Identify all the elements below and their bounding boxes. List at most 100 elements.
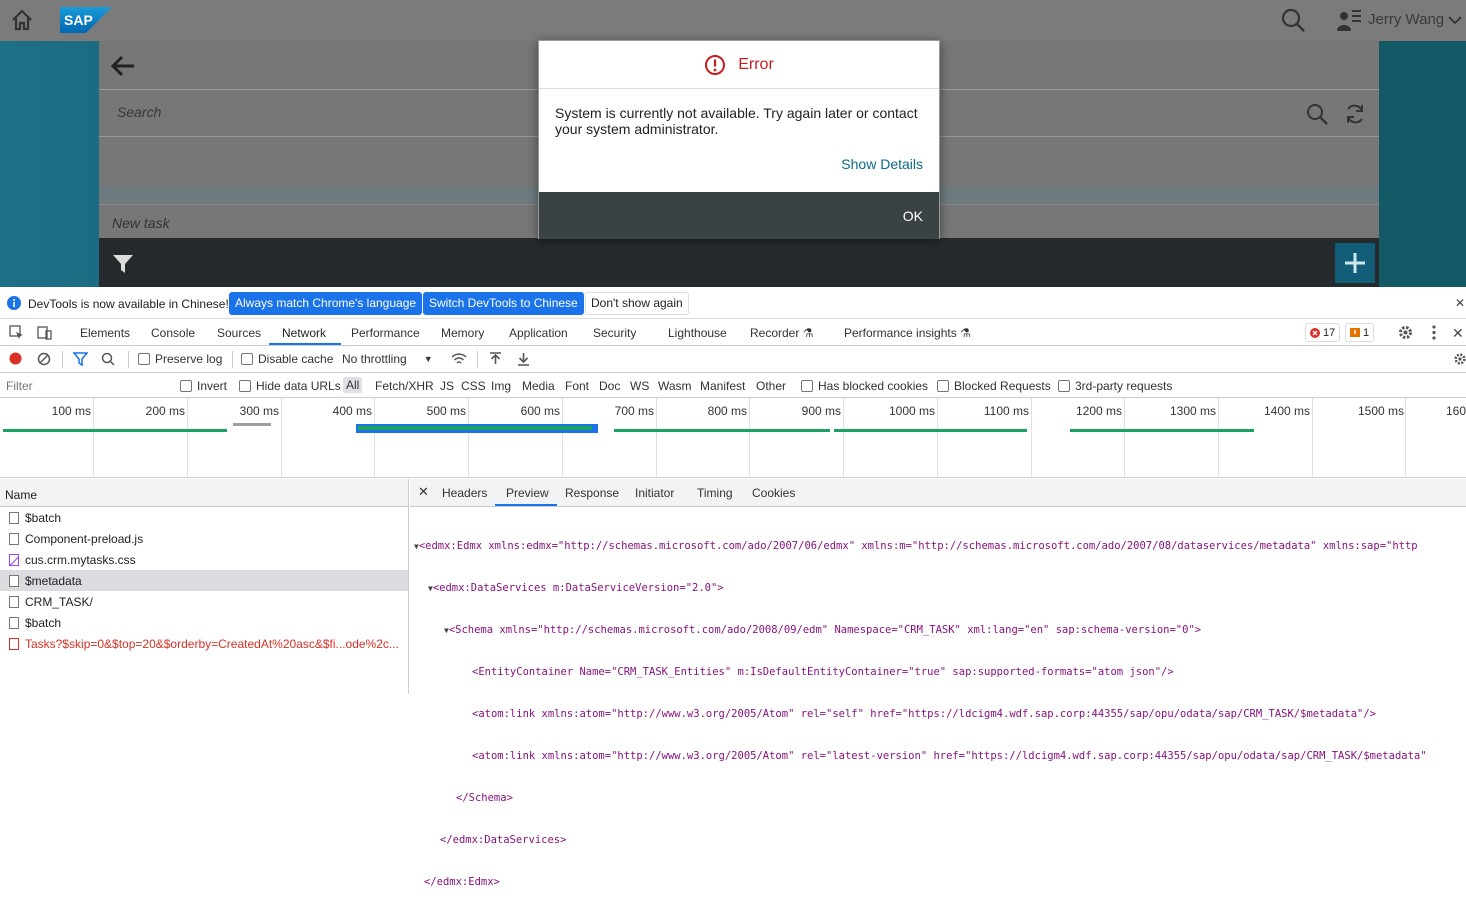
match-language-button[interactable]: Always match Chrome's language	[229, 292, 423, 315]
timeline-tick: 1300 ms	[1169, 404, 1216, 418]
new-task-input[interactable]: New task	[112, 215, 170, 231]
chevron-down-icon[interactable]	[1446, 11, 1464, 29]
search-icon[interactable]	[1280, 7, 1306, 33]
timeline-gridline	[562, 398, 563, 478]
request-row[interactable]: $batch	[0, 507, 408, 528]
type-filter-all[interactable]: All	[343, 377, 363, 393]
request-row[interactable]: CRM_TASK/	[0, 591, 408, 612]
filter-input[interactable]	[2, 376, 167, 395]
sap-logo[interactable]: SAP	[60, 7, 112, 33]
type-filter-fetch-xhr[interactable]: Fetch/XHR	[375, 379, 434, 393]
blocked-cookies-checkbox[interactable]: Has blocked cookies	[801, 379, 928, 393]
xml-text: <atom:link xmlns:atom="http://www.w3.org…	[472, 708, 1376, 720]
tab-initiator[interactable]: Initiator	[635, 486, 674, 500]
type-filter-doc[interactable]: Doc	[599, 379, 620, 393]
blocked-requests-checkbox[interactable]: Blocked Requests	[937, 379, 1051, 393]
type-filter-css[interactable]: CSS	[461, 379, 486, 393]
back-arrow-icon[interactable]	[110, 53, 136, 79]
tab-response[interactable]: Response	[565, 486, 619, 500]
invert-checkbox[interactable]: Invert	[180, 379, 227, 393]
tab-timing[interactable]: Timing	[697, 486, 733, 500]
request-list: Name $batch Component-preload.js cus.crm…	[0, 479, 409, 694]
gear-icon[interactable]	[1397, 324, 1414, 341]
type-filter-font[interactable]: Font	[565, 379, 589, 393]
type-filter-wasm[interactable]: Wasm	[658, 379, 692, 393]
xml-line[interactable]: ▼<edmx:Edmx xmlns:edmx="http://schemas.m…	[410, 539, 1466, 553]
hide-data-urls-checkbox[interactable]: Hide data URLs	[239, 379, 341, 393]
record-icon[interactable]	[9, 352, 22, 365]
xml-line[interactable]: ▼<Schema xmlns="http://schemas.microsoft…	[410, 623, 1466, 637]
file-icon	[9, 511, 19, 524]
add-task-button[interactable]	[1335, 243, 1375, 283]
search-icon[interactable]	[1305, 102, 1329, 126]
type-filter-img[interactable]: Img	[491, 379, 511, 393]
tab-security[interactable]: Security	[593, 326, 636, 340]
type-filter-media[interactable]: Media	[522, 379, 555, 393]
name-column-header[interactable]: Name	[0, 479, 408, 507]
timeline-tick: 900 ms	[801, 404, 841, 418]
search-icon[interactable]	[101, 352, 115, 366]
timeline-tick: 800 ms	[707, 404, 747, 418]
type-filter-ws[interactable]: WS	[630, 379, 649, 393]
request-row[interactable]: cus.crm.mytasks.css	[0, 549, 408, 570]
request-name: Tasks?$skip=0&$top=20&$orderby=CreatedAt…	[25, 636, 399, 651]
tab-performance[interactable]: Performance	[351, 326, 420, 340]
preserve-log-checkbox[interactable]: Preserve log	[138, 352, 222, 366]
device-toolbar-icon[interactable]	[37, 325, 52, 340]
filter-icon[interactable]	[112, 253, 134, 275]
xml-line[interactable]: ▼<edmx:DataServices m:DataServiceVersion…	[410, 581, 1466, 595]
home-icon[interactable]	[10, 8, 34, 32]
tab-lighthouse[interactable]: Lighthouse	[668, 326, 727, 340]
warning-count-badge[interactable]: 1	[1345, 323, 1375, 342]
xml-line: <atom:link xmlns:atom="http://www.w3.org…	[410, 707, 1466, 721]
request-row-selected[interactable]: $metadata	[0, 570, 408, 591]
ok-button[interactable]: OK	[903, 208, 923, 224]
inspect-element-icon[interactable]	[9, 325, 24, 340]
close-detail-icon[interactable]: ✕	[418, 484, 429, 500]
export-har-icon[interactable]	[517, 352, 530, 366]
tab-network[interactable]: Network	[282, 326, 326, 340]
user-name[interactable]: Jerry Wang	[1368, 11, 1444, 28]
tab-memory[interactable]: Memory	[441, 326, 484, 340]
type-filter-other[interactable]: Other	[756, 379, 786, 393]
flask-icon: ⚗	[960, 326, 971, 340]
request-row[interactable]: Component-preload.js	[0, 528, 408, 549]
tab-elements[interactable]: Elements	[80, 326, 130, 340]
tab-console[interactable]: Console	[151, 326, 195, 340]
tab-preview[interactable]: Preview	[506, 486, 549, 500]
more-options-icon[interactable]	[1428, 324, 1440, 341]
tab-recorder[interactable]: Recorder ⚗	[750, 326, 813, 340]
type-filter-manifest[interactable]: Manifest	[700, 379, 745, 393]
network-settings-gear-icon[interactable]	[1453, 352, 1466, 366]
import-har-icon[interactable]	[489, 352, 502, 366]
hide-data-urls-label: Hide data URLs	[256, 379, 341, 393]
disable-cache-checkbox[interactable]: Disable cache	[241, 352, 333, 366]
dont-show-again-button[interactable]: Don't show again	[585, 292, 689, 315]
tab-sources[interactable]: Sources	[217, 326, 261, 340]
filter-toggle-icon[interactable]	[73, 352, 88, 366]
tab-application[interactable]: Application	[509, 326, 568, 340]
request-row[interactable]: $batch	[0, 612, 408, 633]
clear-icon[interactable]	[37, 352, 51, 366]
error-count-badge[interactable]: 17	[1305, 323, 1341, 342]
search-input[interactable]: Search	[117, 104, 161, 120]
sap-app-area: SAP Jerry Wang Search New task Error Sys…	[0, 0, 1466, 287]
tab-performance-insights[interactable]: Performance insights ⚗	[844, 326, 971, 340]
close-icon[interactable]: ✕	[1455, 296, 1465, 310]
tab-headers[interactable]: Headers	[442, 486, 487, 500]
divider	[232, 351, 233, 368]
switch-chinese-button[interactable]: Switch DevTools to Chinese	[423, 292, 584, 315]
request-detail-panel: ✕ Headers Preview Response Initiator Tim…	[410, 479, 1466, 888]
type-filter-js[interactable]: JS	[440, 379, 454, 393]
throttling-select[interactable]: No throttling ▼	[342, 352, 433, 366]
show-details-link[interactable]: Show Details	[841, 156, 923, 172]
tab-cookies[interactable]: Cookies	[752, 486, 795, 500]
timeline-overview[interactable]: 100 ms 200 ms 300 ms 400 ms 500 ms 600 m…	[0, 398, 1466, 478]
network-conditions-icon[interactable]	[451, 352, 467, 366]
refresh-icon[interactable]	[1343, 102, 1367, 126]
close-devtools-icon[interactable]: ✕	[1452, 325, 1464, 342]
third-party-checkbox[interactable]: 3rd-party requests	[1058, 379, 1172, 393]
request-row-error[interactable]: Tasks?$skip=0&$top=20&$orderby=CreatedAt…	[0, 633, 408, 654]
user-icon[interactable]	[1336, 7, 1362, 33]
timeline-tick: 1200 ms	[1075, 404, 1122, 418]
